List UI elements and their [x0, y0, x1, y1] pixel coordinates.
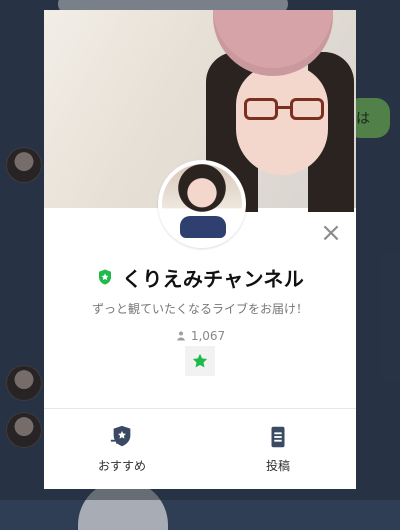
star-icon [192, 353, 208, 368]
profile-avatar [158, 160, 246, 248]
person-icon [176, 331, 185, 341]
profile-card: × くりえみチャンネル ずっと観ていたくなるライブをお届け！ 1,067 おすす… [44, 10, 356, 489]
share-recommend-icon [110, 425, 131, 447]
verified-shield-icon [98, 269, 111, 285]
followers-count: 1,067 [44, 329, 356, 343]
followers-number: 1,067 [190, 329, 226, 343]
favorite-star-badge[interactable] [185, 346, 215, 376]
recommend-button[interactable]: おすすめ [44, 424, 200, 482]
profile-name: くりえみチャンネル [121, 266, 305, 291]
posts-button[interactable]: 投稿 [200, 424, 356, 482]
glasses [244, 98, 324, 122]
profile-title-row: くりえみチャンネル [44, 262, 356, 292]
close-button[interactable]: × [316, 218, 346, 248]
posts-label: 投稿 [265, 459, 290, 473]
recommend-label: おすすめ [97, 459, 146, 473]
post-document-icon [271, 426, 285, 448]
profile-description: ずっと観ていたくなるライブをお届け！ [91, 302, 308, 316]
close-icon: × [320, 218, 342, 248]
divider [44, 408, 356, 409]
